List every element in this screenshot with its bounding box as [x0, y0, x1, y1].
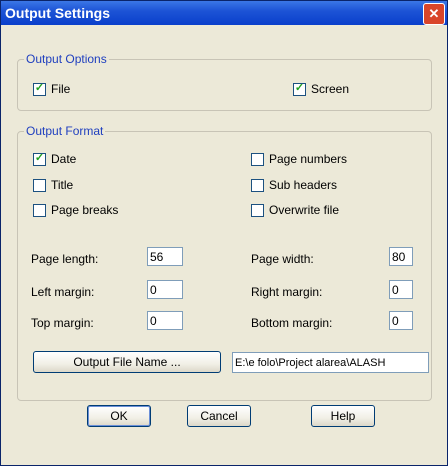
ok-button[interactable]: OK	[87, 405, 151, 427]
page-length-label: Page length:	[31, 252, 99, 266]
left-margin-label: Left margin:	[31, 285, 95, 299]
check-mark-icon: ✓	[34, 151, 45, 164]
page-breaks-checkbox[interactable]: ✓ Page breaks	[33, 202, 118, 218]
left-margin-field[interactable]	[147, 280, 183, 299]
date-label: Date	[51, 152, 77, 166]
file-label: File	[51, 82, 71, 96]
output-settings-dialog: Output Settings ✕ Output Options ✓ File …	[0, 0, 448, 466]
bottom-margin-field[interactable]	[389, 311, 413, 330]
page-numbers-checkbox[interactable]: ✓ Page numbers	[251, 151, 347, 167]
output-file-path-field[interactable]	[232, 352, 429, 373]
output-file-name-button[interactable]: Output File Name ...	[33, 351, 221, 373]
page-width-label: Page width:	[251, 252, 314, 266]
check-mark-icon: ✓	[34, 81, 45, 94]
top-margin-field[interactable]	[147, 311, 183, 330]
screen-checkbox[interactable]: ✓ Screen	[293, 81, 349, 97]
output-format-legend: Output Format	[24, 124, 106, 138]
title-label: Title	[51, 178, 74, 192]
output-options-legend: Output Options	[24, 52, 109, 66]
checkbox-box: ✓	[251, 152, 264, 166]
help-button[interactable]: Help	[311, 405, 375, 427]
checkbox-box: ✓	[33, 151, 46, 166]
bottom-margin-label: Bottom margin:	[251, 316, 333, 330]
dialog-title: Output Settings	[5, 5, 110, 21]
sub-headers-label: Sub headers	[269, 178, 338, 192]
file-checkbox[interactable]: ✓ File	[33, 81, 70, 97]
page-breaks-label: Page breaks	[51, 203, 119, 217]
page-length-field[interactable]	[147, 247, 183, 266]
close-button[interactable]: ✕	[423, 3, 445, 25]
page-numbers-label: Page numbers	[269, 152, 348, 166]
overwrite-file-checkbox[interactable]: ✓ Overwrite file	[251, 202, 339, 218]
output-options-group: Output Options	[17, 52, 432, 111]
checkbox-box: ✓	[251, 178, 264, 192]
right-margin-label: Right margin:	[251, 285, 323, 299]
top-margin-label: Top margin:	[31, 316, 94, 330]
checkbox-box: ✓	[33, 178, 46, 192]
checkbox-box: ✓	[293, 81, 306, 96]
overwrite-file-label: Overwrite file	[269, 203, 340, 217]
checkbox-box: ✓	[33, 81, 46, 96]
right-margin-field[interactable]	[389, 280, 413, 299]
cancel-button[interactable]: Cancel	[187, 405, 251, 427]
checkbox-box: ✓	[33, 203, 46, 217]
checkbox-box: ✓	[251, 203, 264, 217]
sub-headers-checkbox[interactable]: ✓ Sub headers	[251, 177, 337, 193]
page-width-field[interactable]	[389, 247, 413, 266]
check-mark-icon: ✓	[294, 81, 305, 94]
title-bar[interactable]: Output Settings ✕	[1, 1, 447, 25]
screen-label: Screen	[311, 82, 350, 96]
date-checkbox[interactable]: ✓ Date	[33, 151, 76, 167]
title-checkbox[interactable]: ✓ Title	[33, 177, 73, 193]
close-icon: ✕	[428, 6, 440, 21]
